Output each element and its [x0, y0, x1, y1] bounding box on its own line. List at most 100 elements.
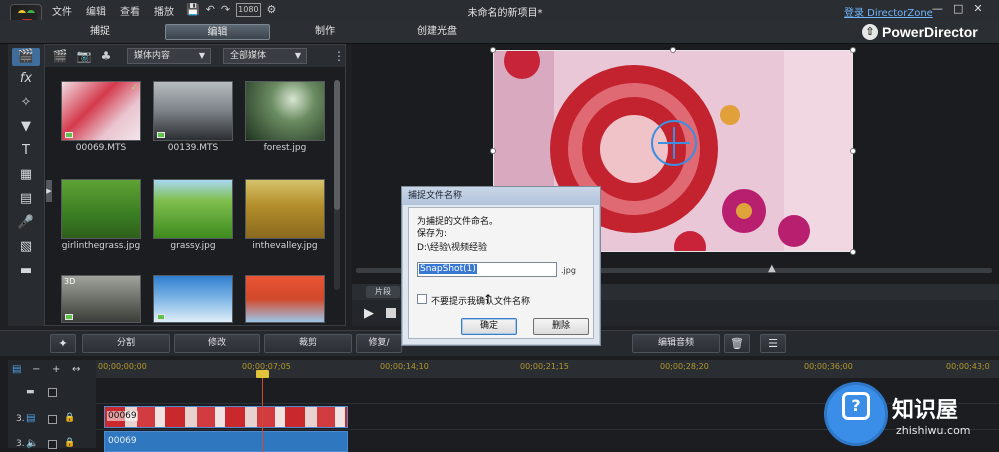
resolution-icon[interactable]: 1080 — [236, 3, 261, 17]
panel-collapse-handle[interactable]: ▶ — [46, 180, 52, 202]
stop-icon[interactable] — [386, 308, 396, 318]
dont-ask-label[interactable]: 不要提示我确认文件名称 — [431, 294, 530, 307]
storyboard-view-icon[interactable]: ▤ — [12, 364, 21, 375]
menu-play[interactable]: 播放 — [154, 3, 174, 18]
media-name: grassy.jpg — [170, 241, 216, 251]
media-thumbnail[interactable]: 3D — [61, 275, 141, 323]
question-icon: ? — [842, 392, 870, 420]
scrollbar-thumb[interactable] — [334, 80, 340, 210]
quick-toolbar: 💾 ↶ ↷ 1080 ⚙ — [186, 3, 276, 17]
ok-button[interactable]: 确定 — [461, 318, 517, 335]
mode-produce-tab[interactable]: 制作 — [295, 24, 355, 40]
mode-edit-tab[interactable]: 编辑 — [165, 24, 270, 40]
audio-track-checkbox[interactable] — [48, 440, 57, 449]
settings-icon[interactable]: ⚙ — [267, 4, 277, 16]
media-content-value: 媒体内容 — [134, 51, 171, 61]
modify-button[interactable]: 修改 — [174, 334, 260, 353]
mode-create-disc-tab[interactable]: 创建光盘 — [400, 24, 474, 40]
menu-bar: 文件 编辑 查看 播放 — [52, 3, 174, 18]
audio-mixing-icon[interactable]: ▤ — [16, 190, 36, 208]
media-thumbnail[interactable] — [61, 179, 141, 239]
video-track-icon: ▤ — [26, 413, 36, 424]
pip-room-icon[interactable]: ✧ — [16, 94, 36, 112]
dialog-title[interactable]: 捕捉文件名称 — [402, 187, 600, 205]
audio-clip[interactable]: 00069 — [104, 431, 348, 452]
redo-icon[interactable]: ↷ — [221, 4, 230, 16]
library-toolbar: 🎬 📷 ♣ 媒体内容 ▼ 全部媒体 ▼ ⋮ — [45, 45, 345, 67]
media-thumbnail[interactable] — [245, 275, 325, 323]
save-path: D:\经验\视频经验 — [417, 243, 488, 253]
resize-handle[interactable] — [490, 47, 496, 53]
clip-mode-tab[interactable]: 片段 — [366, 286, 400, 298]
timeline-ruler[interactable]: 00;00;00;00 00;00;07;05 00;00;14;10 00;0… — [96, 360, 999, 378]
edit-audio-button[interactable]: 编辑音频 — [632, 334, 720, 353]
fx-room-icon[interactable]: fx — [16, 70, 36, 88]
playhead-flag[interactable] — [256, 370, 269, 378]
save-as-label: 保存为: — [417, 229, 448, 239]
play-icon[interactable]: ▶ — [364, 306, 374, 321]
library-scrollbar[interactable] — [334, 80, 340, 290]
resize-handle[interactable] — [850, 249, 856, 255]
trim-button[interactable]: 裁剪 — [264, 334, 352, 353]
particle-room-icon[interactable]: ▼ — [16, 118, 36, 136]
media-filter-value: 全部媒体 — [230, 51, 267, 61]
delete-icon[interactable]: 🗑 — [724, 334, 750, 353]
all-tracks-checkbox[interactable] — [48, 388, 57, 397]
zoom-in-icon[interactable]: + — [52, 364, 60, 375]
split-button[interactable]: 分割 — [82, 334, 170, 353]
media-thumbnail[interactable] — [153, 179, 233, 239]
lock-icon[interactable]: 🔒 — [64, 438, 75, 448]
more-options-icon[interactable]: ⋮ — [333, 49, 345, 63]
plugins-icon[interactable]: ♣ — [97, 49, 115, 63]
media-room-icon[interactable]: 🎬 — [12, 48, 40, 66]
resize-handle[interactable] — [490, 148, 496, 154]
media-thumbnail[interactable] — [153, 81, 233, 141]
timeline-playhead[interactable] — [262, 372, 263, 452]
minimize-icon[interactable]: — — [932, 2, 943, 15]
ruler-time: 00;00;14;10 — [380, 362, 429, 371]
media-thumbnail[interactable] — [245, 81, 325, 141]
delete-button[interactable]: 删除 — [533, 318, 589, 335]
media-thumbnail[interactable]: ✓ — [61, 81, 141, 141]
voice-over-icon[interactable]: 🎤 — [16, 214, 36, 232]
maximize-icon[interactable]: □ — [953, 2, 963, 15]
download-media-icon[interactable]: 📷 — [75, 49, 93, 63]
dont-ask-checkbox[interactable] — [417, 294, 427, 304]
mode-capture-tab[interactable]: 捕捉 — [70, 24, 130, 40]
more-tools-icon[interactable]: ☰ — [760, 334, 786, 353]
resize-handle[interactable] — [850, 47, 856, 53]
media-thumbnail[interactable] — [245, 179, 325, 239]
undo-icon[interactable]: ↶ — [206, 4, 215, 16]
login-directorzone-link[interactable]: 登录 DirectorZone — [844, 4, 933, 19]
save-icon[interactable]: 💾 — [186, 4, 200, 16]
video-clip[interactable]: 00069 — [104, 406, 348, 428]
subtitle-room-icon[interactable]: ▬ — [16, 262, 36, 280]
title-room-icon[interactable]: T — [16, 142, 36, 160]
import-media-icon[interactable]: 🎬 — [51, 49, 69, 63]
video-track-checkbox[interactable] — [48, 415, 57, 424]
filename-input[interactable]: SnapShot(1) — [417, 262, 557, 277]
seek-marker-icon[interactable]: ▲ — [768, 263, 776, 274]
video-icon — [65, 314, 73, 320]
media-thumbnail[interactable] — [153, 275, 233, 323]
fix-enhance-button[interactable]: 修复/ — [356, 334, 402, 353]
resize-handle[interactable] — [670, 47, 676, 53]
lock-icon[interactable]: 🔒 — [64, 413, 75, 423]
title-bar: 文件 编辑 查看 播放 💾 ↶ ↷ 1080 ⚙ 未命名的新项目* 登录 Dir… — [0, 0, 999, 20]
ruler-time: 00;00;28;20 — [660, 362, 709, 371]
transition-room-icon[interactable]: ▦ — [16, 166, 36, 184]
menu-edit[interactable]: 编辑 — [86, 3, 106, 18]
resize-handle[interactable] — [850, 148, 856, 154]
chapter-room-icon[interactable]: ▧ — [16, 238, 36, 256]
close-icon[interactable]: ✕ — [973, 2, 982, 15]
media-content-dropdown[interactable]: 媒体内容 ▼ — [127, 48, 211, 64]
brand: ⇧ PowerDirector — [862, 24, 978, 40]
fit-view-icon[interactable]: ↔ — [72, 364, 80, 375]
file-extension: .jpg — [561, 266, 576, 275]
media-filter-dropdown[interactable]: 全部媒体 ▼ — [223, 48, 307, 64]
menu-file[interactable]: 文件 — [52, 3, 72, 18]
menu-view[interactable]: 查看 — [120, 3, 140, 18]
magic-tools-icon[interactable]: ✦ — [50, 334, 76, 353]
upgrade-icon[interactable]: ⇧ — [862, 24, 878, 40]
zoom-out-icon[interactable]: − — [32, 364, 40, 375]
